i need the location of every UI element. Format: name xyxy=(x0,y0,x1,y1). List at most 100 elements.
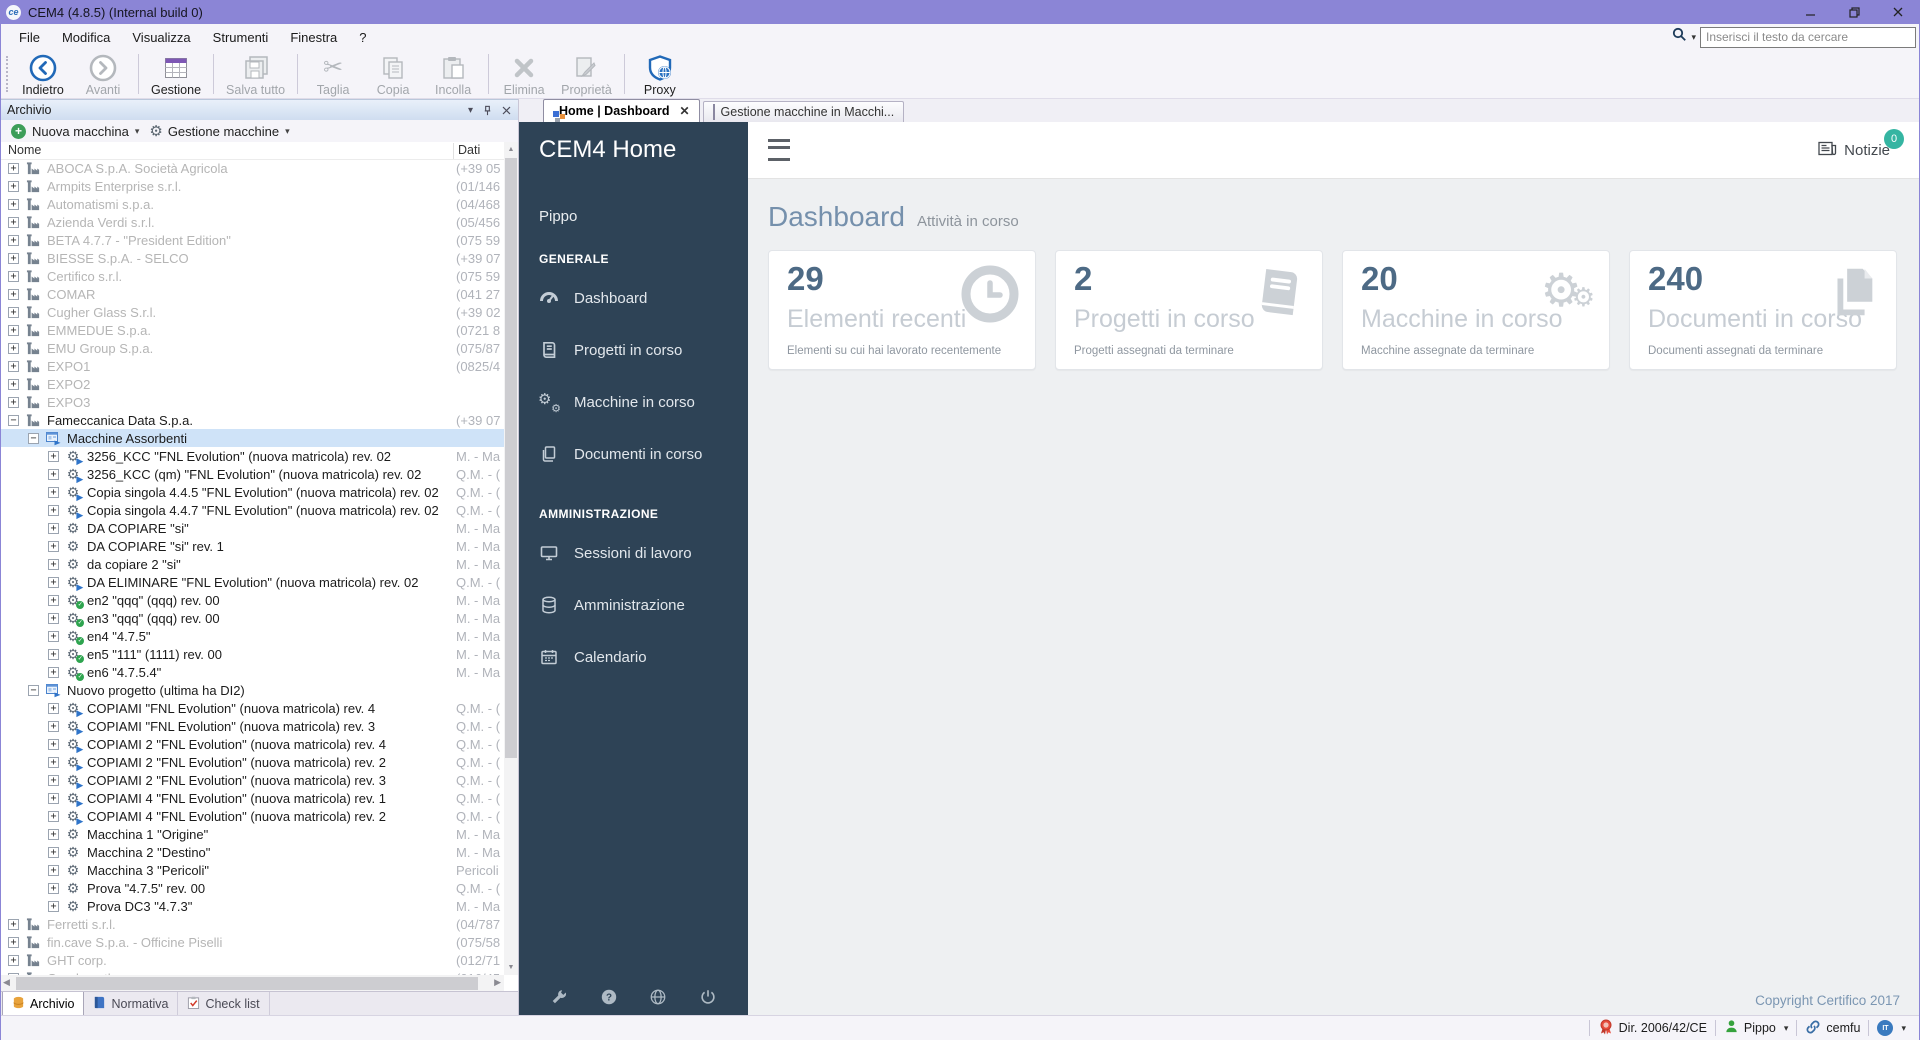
status-item-pippo[interactable]: Pippo ▾ xyxy=(1716,1019,1797,1037)
tree-row[interactable]: + ⚙ ▶ COPIAMI 4 "FNL Evolution" (nuova matr… xyxy=(0,807,504,826)
tree-row[interactable]: + ⚙ Macchina 3 "Pericoli" Pericoli xyxy=(0,861,504,879)
expand-toggle-icon[interactable]: + xyxy=(8,324,19,336)
expand-toggle-icon[interactable]: + xyxy=(48,450,59,462)
sidebar-item-dashboard[interactable]: Dashboard xyxy=(519,272,748,324)
expand-toggle-icon[interactable]: + xyxy=(8,180,19,192)
tree-row[interactable]: − Nuovo progetto (ultima ha DI2) xyxy=(0,681,504,699)
tree-row[interactable]: + Azienda Verdi s.r.l. (05/456 xyxy=(0,213,504,231)
expand-toggle-icon[interactable]: + xyxy=(48,504,59,516)
tree-row[interactable]: + GHT corp. (012/71 xyxy=(0,951,504,969)
tree-row[interactable]: + EXPO2 xyxy=(0,375,504,393)
status-item-dir--2006-42-ce[interactable]: Dir. 2006/42/CE xyxy=(1590,1019,1715,1038)
expand-toggle-icon[interactable]: + xyxy=(8,936,19,948)
document-tab-1[interactable]: Home | Dashboard ✕ xyxy=(543,99,700,123)
tree-row[interactable]: + ⚙ ✓ en3 "qqq" (qqq) rev. 00 M. - Ma xyxy=(0,609,504,627)
back-button[interactable]: Indietro xyxy=(13,50,73,98)
expand-toggle-icon[interactable]: + xyxy=(8,342,19,354)
expand-toggle-icon[interactable]: + xyxy=(48,738,59,750)
tree-row[interactable]: + ⚙ DA COPIARE "si" rev. 1 M. - Ma xyxy=(0,537,504,555)
dropdown-caret-icon[interactable]: ▾ xyxy=(1784,1023,1789,1034)
menu-item-visualizza[interactable]: Visualizza xyxy=(121,26,201,49)
panel-tab-check-list[interactable]: Check list xyxy=(178,992,270,1016)
status-item-it[interactable]: IT ▾ xyxy=(1869,1020,1914,1036)
manage-machines-button[interactable]: Gestione macchine xyxy=(168,124,279,139)
dropdown-caret-icon[interactable]: ▾ xyxy=(1901,1023,1906,1034)
expand-toggle-icon[interactable]: + xyxy=(8,216,19,228)
tree-row[interactable]: + EMMEDUE S.p.a. (0721 8 xyxy=(0,321,504,339)
manage-machines-caret[interactable]: ▾ xyxy=(285,126,290,137)
expand-toggle-icon[interactable]: + xyxy=(48,558,59,570)
menu-item-strumenti[interactable]: Strumenti xyxy=(202,26,280,49)
search-options-caret[interactable]: ▾ xyxy=(1691,32,1696,43)
tree-row[interactable]: + Cugher Glass S.r.l. (+39 02 xyxy=(0,303,504,321)
expand-toggle-icon[interactable]: + xyxy=(48,468,59,480)
expand-toggle-icon[interactable]: + xyxy=(8,270,19,282)
panel-tab-normativa[interactable]: Normativa xyxy=(84,992,179,1016)
restore-button[interactable] xyxy=(1832,0,1876,24)
tree-row[interactable]: + ⚙ ✓ en2 "qqq" (qqq) rev. 00 M. - Ma xyxy=(0,591,504,609)
tree-row[interactable]: + ⚙ ▶ COPIAMI 4 "FNL Evolution" (nuova matr… xyxy=(0,789,504,808)
help-icon[interactable]: ? xyxy=(599,987,619,1007)
search-input[interactable] xyxy=(1700,26,1916,48)
expand-toggle-icon[interactable]: + xyxy=(48,576,59,588)
tree-row[interactable]: + ⚙ ▶ COPIAMI "FNL Evolution" (nuova matric… xyxy=(0,717,504,736)
tree-row[interactable]: + Certifico s.r.l. (075 59 xyxy=(0,267,504,285)
tree-row[interactable]: + ⚙ ▶ COPIAMI "FNL Evolution" (nuova matric… xyxy=(0,699,504,718)
expand-toggle-icon[interactable]: + xyxy=(8,360,19,372)
tree-row[interactable]: + Automatismi s.p.a. (04/468 xyxy=(0,195,504,213)
panel-tab-archivio[interactable]: Archivio xyxy=(2,992,85,1016)
close-button[interactable] xyxy=(1876,0,1920,24)
tree-row[interactable]: + ⚙ ✓ en6 "4.7.5.4" M. - Ma xyxy=(0,663,504,681)
document-tab-2[interactable]: Gestione macchine in Macchi... xyxy=(702,101,905,122)
tree-row[interactable]: + BIESSE S.p.A. - SELCO (+39 07 xyxy=(0,249,504,267)
sidebar-item-documenti-in-corso[interactable]: Documenti in corso xyxy=(519,428,748,480)
tree-row[interactable]: + fin.cave S.p.a. - Officine Piselli (075/… xyxy=(0,933,504,951)
power-icon[interactable] xyxy=(698,987,718,1007)
expand-toggle-icon[interactable]: − xyxy=(28,432,39,444)
vertical-scroll-thumb[interactable] xyxy=(505,158,517,758)
tree-row[interactable]: + ⚙ ▶ Copia singola 4.4.7 "FNL Evolution" (… xyxy=(0,501,504,520)
tree-row[interactable]: + ⚙ ▶ 3256_KCC "FNL Evolution" (nuova matri… xyxy=(0,447,504,466)
sidebar-item-calendario[interactable]: Calendario xyxy=(519,631,748,683)
expand-toggle-icon[interactable]: + xyxy=(48,828,59,840)
expand-toggle-icon[interactable]: − xyxy=(28,684,39,696)
expand-toggle-icon[interactable]: + xyxy=(48,486,59,498)
sidebar-item-macchine-in-corso[interactable]: ⚙ ⚙ Macchine in corso xyxy=(519,376,748,428)
panel-menu-caret-icon[interactable]: ▾ xyxy=(468,105,473,116)
tree-row[interactable]: + ⚙ DA COPIARE "si" M. - Ma xyxy=(0,519,504,537)
hamburger-menu-icon[interactable] xyxy=(768,139,790,161)
manage-button[interactable]: Gestione xyxy=(144,50,208,98)
pin-icon[interactable] xyxy=(482,105,493,116)
tree-row[interactable]: + ⚙ ▶ COPIAMI 2 "FNL Evolution" (nuova matr… xyxy=(0,735,504,754)
new-machine-caret[interactable]: ▾ xyxy=(135,126,140,137)
expand-toggle-icon[interactable]: + xyxy=(8,918,19,930)
expand-toggle-icon[interactable]: + xyxy=(8,234,19,246)
menu-item-modifica[interactable]: Modifica xyxy=(51,26,121,49)
expand-toggle-icon[interactable]: + xyxy=(48,810,59,822)
scroll-right-icon[interactable]: ▶ xyxy=(494,977,501,988)
expand-toggle-icon[interactable]: + xyxy=(48,540,59,552)
tree-row[interactable]: + EXPO1 (0825/4 xyxy=(0,357,504,375)
sidebar-item-sessioni-di-lavoro[interactable]: Sessioni di lavoro xyxy=(519,527,748,579)
expand-toggle-icon[interactable]: + xyxy=(48,648,59,660)
tree-row[interactable]: + ⚙ Prova "4.7.5" rev. 00 Q.M. - ( xyxy=(0,879,504,897)
column-dati[interactable]: Dati xyxy=(453,143,480,159)
tree-row[interactable]: + EMU Group S.p.a. (075/87 xyxy=(0,339,504,357)
expand-toggle-icon[interactable]: + xyxy=(48,864,59,876)
tree-row[interactable]: − Fameccanica Data S.p.a. (+39 07 xyxy=(0,411,504,429)
notizie-button[interactable]: Notizie 0 xyxy=(1818,128,1904,160)
tree-row[interactable]: + ⚙ ▶ COPIAMI 2 "FNL Evolution" (nuova matr… xyxy=(0,753,504,772)
expand-toggle-icon[interactable]: + xyxy=(8,162,19,174)
wrench-icon[interactable] xyxy=(549,987,569,1007)
tree-row[interactable]: − Macchine Assorbenti xyxy=(0,429,504,447)
expand-toggle-icon[interactable]: + xyxy=(8,396,19,408)
expand-toggle-icon[interactable]: + xyxy=(8,954,19,966)
horizontal-scroll-thumb[interactable] xyxy=(16,977,478,990)
tree-row[interactable]: + Ferretti s.r.l. (04/787 xyxy=(0,915,504,933)
tree-row[interactable]: + EXPO3 xyxy=(0,393,504,411)
tree-row[interactable]: + ⚙ ▶ DA ELIMINARE "FNL Evolution" (nuova m… xyxy=(0,573,504,592)
expand-toggle-icon[interactable]: + xyxy=(48,882,59,894)
tree-horizontal-scrollbar[interactable]: ◀ ▶ xyxy=(0,975,504,992)
scroll-left-icon[interactable]: ◀ xyxy=(3,977,10,988)
tree-vertical-scrollbar[interactable]: ▲ ▼ xyxy=(504,142,518,975)
